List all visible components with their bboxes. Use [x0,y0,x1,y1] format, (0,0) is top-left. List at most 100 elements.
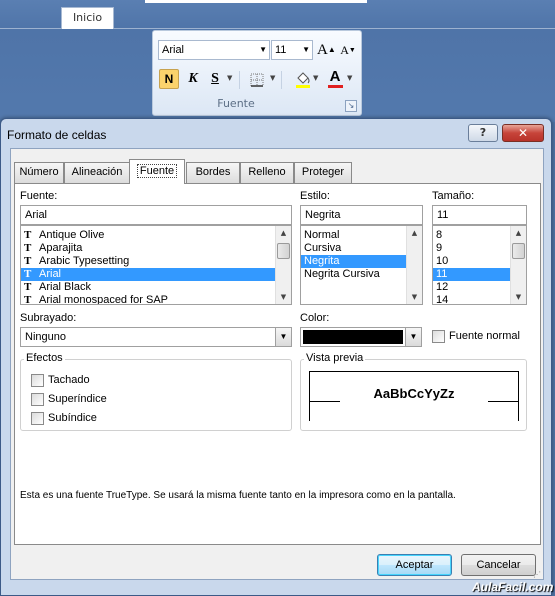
truetype-icon: T [24,268,32,280]
font-list-scrollbar[interactable]: ▲ ▼ [275,226,291,304]
effects-label: Efectos [24,352,65,364]
cancel-button[interactable]: Cancelar [461,554,536,576]
list-item[interactable]: T Arabic Typesetting [21,255,291,268]
format-cells-dialog: Formato de celdas ? ✕ Número Alineación … [0,118,552,596]
underline-value: Ninguno [25,331,66,343]
superscript-checkbox[interactable] [31,393,44,406]
underline-button[interactable]: S [205,69,225,89]
chevron-down-icon[interactable]: ▼ [302,41,310,59]
chevron-down-icon[interactable]: ▼ [259,41,267,59]
help-button[interactable]: ? [468,124,498,142]
color-combo[interactable]: ▼ [300,327,422,347]
ribbon-font-size-box[interactable]: 11 ▼ [271,40,313,60]
tab-alineacion[interactable]: Alineación [64,162,130,183]
ribbon-separator [239,71,240,89]
style-input[interactable]: Negrita [300,205,423,225]
grow-font-button[interactable]: A▲ [316,40,336,60]
tab-proteger[interactable]: Proteger [294,162,352,183]
list-item-selected[interactable]: T Arial [21,268,291,281]
watermark-logo: AulaFacil.com [472,580,554,594]
truetype-icon: T [24,242,32,254]
chevron-down-icon[interactable]: ▼ [313,74,318,82]
scroll-thumb[interactable] [277,243,290,259]
strikethrough-label: Tachado [48,374,90,386]
paint-bucket-icon [296,72,310,88]
preview-baseline-left [310,401,340,402]
scroll-up-icon[interactable]: ▲ [407,226,422,240]
style-list-scrollbar[interactable]: ▲ ▼ [406,226,422,304]
italic-button[interactable]: K [183,69,203,89]
font-color-swatch [328,85,343,88]
scroll-thumb[interactable] [512,243,525,259]
underline-combo[interactable]: Ninguno ▼ [20,327,292,347]
font-listbox[interactable]: T Antique Olive T Aparajita T Arabic Typese… [20,225,292,305]
size-listbox[interactable]: 8 9 10 11 12 14 ▲ ▼ [432,225,527,305]
ribbon-font-name-box[interactable]: Arial ▼ [158,40,270,60]
list-item[interactable]: T Arial Black [21,281,291,294]
font-color-button[interactable]: A [325,67,345,88]
ok-button[interactable]: Aceptar [377,554,452,576]
list-item[interactable]: T Antique Olive [21,229,291,242]
borders-icon [250,73,264,87]
scroll-up-icon[interactable]: ▲ [276,226,291,240]
dialog-launcher-icon[interactable]: ↘ [345,100,357,112]
chevron-down-icon[interactable]: ▼ [405,328,421,346]
scroll-down-icon[interactable]: ▼ [407,290,422,304]
ribbon-font-name: Arial [162,44,185,56]
list-item[interactable]: T Aparajita [21,242,291,255]
ribbon-font-size: 11 [275,44,287,56]
subscript-checkbox[interactable] [31,412,44,425]
list-item-selected[interactable]: Negrita [301,255,406,268]
list-item[interactable]: Cursiva [301,242,422,255]
ribbon-top-edge [145,0,367,3]
normal-font-checkbox[interactable] [432,330,445,343]
normal-font-label: Fuente normal [449,330,520,342]
subscript-label: Subíndice [48,412,97,424]
style-listbox[interactable]: Normal Cursiva Negrita Negrita Cursiva ▲… [300,225,423,305]
ribbon-group-caption: Fuente [217,97,255,110]
tab-relleno[interactable]: Relleno [240,162,294,183]
close-button[interactable]: ✕ [502,124,544,142]
color-swatch [303,330,403,344]
truetype-icon: T [24,255,32,267]
scroll-down-icon[interactable]: ▼ [511,290,526,304]
chevron-down-icon[interactable]: ▼ [347,74,352,82]
fill-color-button[interactable] [293,68,313,88]
bold-button[interactable]: N [159,69,179,89]
size-label: Tamaño: [432,190,475,202]
scroll-down-icon[interactable]: ▼ [276,290,291,304]
list-item-selected[interactable]: 11 [433,268,510,281]
list-item[interactable]: T Arial monospaced for SAP [21,294,291,305]
truetype-icon: T [24,294,32,305]
color-label: Color: [300,312,330,324]
grow-font-icon: A [317,42,328,58]
tab-numero[interactable]: Número [14,162,64,183]
resize-grip-icon[interactable]: ⋰ [533,570,541,579]
tab-bordes[interactable]: Bordes [186,162,240,183]
dialog-title: Formato de celdas [7,128,107,142]
underline-label: Subrayado: [20,312,77,324]
preview-sample: AaBbCcYyZz [373,386,455,401]
chevron-down-icon[interactable]: ▼ [227,74,232,82]
truetype-icon: T [24,281,32,293]
tab-fuente-label: Fuente [136,164,178,178]
chevron-down-icon[interactable]: ▼ [270,74,275,82]
list-item[interactable]: Negrita Cursiva [301,268,422,281]
scroll-up-icon[interactable]: ▲ [511,226,526,240]
size-list-scrollbar[interactable]: ▲ ▼ [510,226,526,304]
truetype-icon: T [24,229,32,241]
ribbon-tab-inicio[interactable]: Inicio [61,7,114,29]
shrink-font-button[interactable]: A▼ [338,40,358,60]
font-name-input[interactable]: Arial [20,205,292,225]
preview-baseline-right [488,401,518,402]
strikethrough-checkbox[interactable] [31,374,44,387]
borders-button[interactable] [247,69,267,89]
style-label: Estilo: [300,190,330,202]
size-input[interactable]: 11 [432,205,527,225]
chevron-down-icon[interactable]: ▼ [275,328,291,346]
preview-label: Vista previa [304,352,366,364]
ribbon-separator [281,71,282,89]
tab-fuente[interactable]: Fuente [129,159,185,184]
font-label: Fuente: [20,190,58,202]
list-item[interactable]: Normal [301,229,422,242]
